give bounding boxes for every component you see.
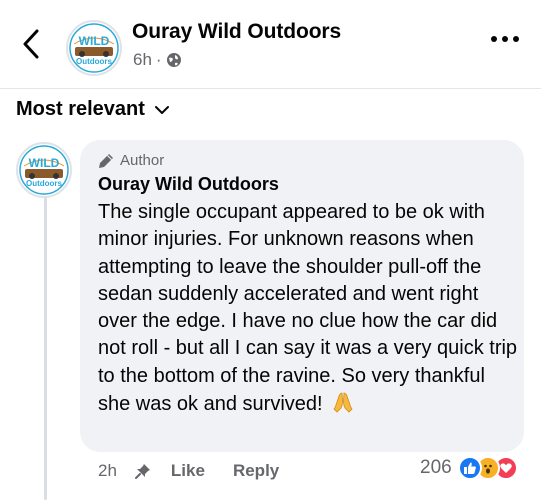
post-time[interactable]: 6h — [133, 50, 152, 70]
wild-outdoors-logo-icon: WILD Outdoors — [19, 145, 69, 195]
like-button[interactable]: Like — [171, 461, 205, 481]
post-header: WILD Outdoors Ouray Wild Outdoors 6h · — [0, 0, 541, 88]
svg-text:Outdoors: Outdoors — [76, 57, 113, 66]
pin-icon — [134, 463, 151, 479]
wild-outdoors-logo-icon: WILD Outdoors — [69, 23, 119, 73]
post-meta: 6h · — [133, 50, 182, 70]
header-divider — [0, 88, 541, 89]
folded-hands-emoji-icon — [331, 390, 355, 422]
thread-line — [44, 196, 47, 500]
sort-dropdown[interactable]: Most relevant — [16, 98, 169, 121]
chevron-left-icon — [23, 29, 39, 59]
reaction-count: 206 — [420, 457, 452, 478]
comment-avatar[interactable]: WILD Outdoors — [16, 142, 72, 198]
pen-icon — [99, 153, 113, 168]
meta-separator: · — [155, 50, 162, 69]
svg-text:Outdoors: Outdoors — [26, 179, 63, 188]
dot-icon — [513, 36, 519, 42]
dot-icon — [502, 36, 508, 42]
comment-body: The single occupant appeared to be ok wi… — [98, 201, 518, 416]
comment-time[interactable]: 2h — [98, 461, 117, 481]
svg-text:WILD: WILD — [29, 156, 60, 170]
svg-text:WILD: WILD — [79, 34, 110, 48]
reply-button[interactable]: Reply — [233, 461, 279, 481]
page-avatar[interactable]: WILD Outdoors — [66, 20, 122, 76]
more-options-button[interactable] — [491, 36, 519, 42]
reactions-summary[interactable]: 206 — [420, 456, 518, 480]
author-badge: Author — [98, 152, 164, 169]
sort-label: Most relevant — [16, 98, 145, 120]
like-reaction-icon — [457, 456, 482, 480]
chevron-down-icon — [154, 105, 169, 114]
author-badge-label: Author — [120, 152, 165, 169]
comment-author[interactable]: Ouray Wild Outdoors — [98, 174, 279, 195]
comment-actions: 2h Like Reply — [98, 458, 307, 484]
globe-icon — [166, 53, 181, 67]
page-name[interactable]: Ouray Wild Outdoors — [132, 20, 341, 44]
comment-bubble[interactable]: Author Ouray Wild Outdoors The single oc… — [80, 140, 524, 452]
back-button[interactable] — [14, 26, 48, 62]
comment-text: The single occupant appeared to be ok wi… — [98, 199, 518, 422]
dot-icon — [491, 36, 497, 42]
